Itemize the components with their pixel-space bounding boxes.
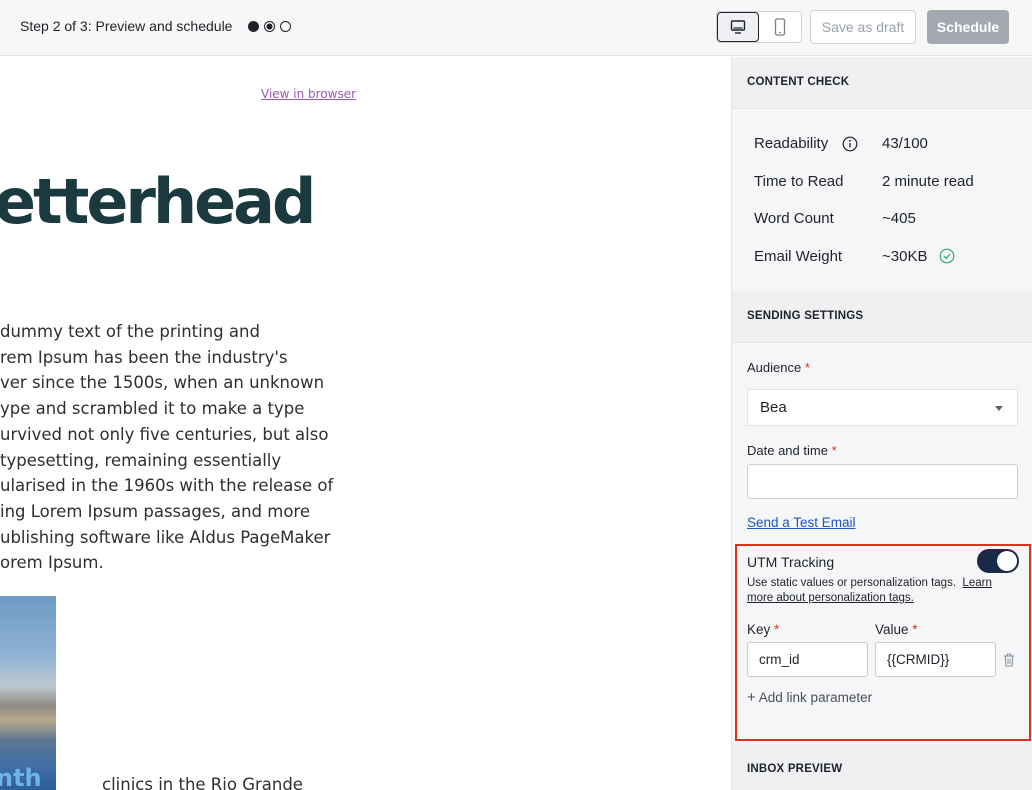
readability-label: Readability <box>754 135 829 152</box>
body-line: ver since the 1500s, when an unknown <box>0 373 325 393</box>
add-link-parameter-button[interactable]: + Add link parameter <box>747 689 872 706</box>
side-panel: CONTENT CHECK Readability 43/100 Time to… <box>731 57 1032 790</box>
info-icon[interactable] <box>842 136 858 152</box>
utm-key-input[interactable]: crm_id <box>747 642 868 677</box>
desktop-icon <box>730 20 746 34</box>
body-line: typesetting, remaining essentially <box>0 450 282 470</box>
body-line: orem Ipsum. <box>0 553 104 573</box>
utm-tracking-toggle[interactable] <box>977 549 1019 573</box>
add-link-parameter-label: Add link parameter <box>758 690 873 705</box>
utm-value-value: {{CRMID}} <box>887 652 950 667</box>
email-weight-value: ~30KB <box>882 248 928 265</box>
utm-key-value: crm_id <box>759 652 800 667</box>
body-line: ularised in the 1960s with the release o… <box>0 476 334 496</box>
audience-label: Audience * <box>747 360 810 375</box>
required-mark: * <box>831 443 837 458</box>
mobile-icon <box>774 18 786 36</box>
sending-settings-title: SENDING SETTINGS <box>747 310 864 322</box>
audience-selected-value: Bea <box>760 399 787 416</box>
step-indicator <box>248 21 291 32</box>
plus-icon: + <box>747 689 756 706</box>
top-bar: Step 2 of 3: Preview and schedule Save a… <box>0 0 1032 56</box>
utm-help-text: Use static values or personalization tag… <box>747 576 1017 606</box>
word-count-value: ~405 <box>882 210 916 227</box>
building-photo: nth <box>0 596 56 790</box>
body-line: dummy text of the printing and <box>0 322 260 341</box>
value-label: Value * <box>875 622 918 637</box>
utm-tracking-section: UTM Tracking Use static values or person… <box>735 544 1031 741</box>
key-label-text: Key <box>747 622 771 637</box>
step-dot-current <box>264 21 275 32</box>
sending-settings-header: SENDING SETTINGS <box>732 291 1032 343</box>
step-dot-complete <box>248 21 259 32</box>
required-mark: * <box>804 360 810 375</box>
body-line: ype and scrambled it to make a type <box>0 399 305 419</box>
device-toggle <box>716 11 802 43</box>
utm-value-input[interactable]: {{CRMID}} <box>875 642 996 677</box>
step-dot-pending <box>280 21 291 32</box>
content-check-header: CONTENT CHECK <box>732 57 1032 109</box>
body-line: rem Ipsum has been the industry's <box>0 347 288 367</box>
desktop-view-button[interactable] <box>717 12 760 42</box>
send-test-email-link[interactable]: Send a Test Email <box>747 515 856 530</box>
content-check-title: CONTENT CHECK <box>747 76 850 88</box>
email-body-text: dummy text of the printing and rem Ipsum… <box>0 319 360 576</box>
required-mark: * <box>774 622 780 637</box>
view-in-browser-link[interactable]: View in browser <box>261 87 356 101</box>
email-weight-label: Email Weight <box>754 248 843 265</box>
trash-icon[interactable] <box>1003 653 1015 667</box>
schedule-button[interactable]: Schedule <box>927 10 1009 44</box>
letterhead-logo: etterhead <box>0 165 316 238</box>
step-title: Step 2 of 3: Preview and schedule <box>20 18 233 34</box>
check-circle-icon <box>939 248 955 264</box>
time-to-read-label: Time to Read <box>754 173 844 190</box>
word-count-label: Word Count <box>754 210 834 227</box>
article-text-fragment: clinics in the Rio Grande <box>102 775 303 790</box>
datetime-label-text: Date and time <box>747 443 828 458</box>
time-to-read-value: 2 minute read <box>882 173 974 190</box>
inbox-preview-header: INBOX PREVIEW <box>732 744 1032 790</box>
readability-value: 43/100 <box>882 135 928 152</box>
utm-help-static: Use static values or personalization tag… <box>747 577 957 589</box>
body-line: urvived not only five centuries, but als… <box>0 424 329 444</box>
save-draft-button[interactable]: Save as draft <box>810 10 916 44</box>
datetime-input[interactable] <box>747 464 1018 499</box>
audience-label-text: Audience <box>747 360 802 375</box>
datetime-label: Date and time * <box>747 443 837 458</box>
required-mark: * <box>912 622 918 637</box>
body-line: ublishing software like Aldus PageMaker <box>0 527 331 547</box>
value-label-text: Value <box>875 622 909 637</box>
audience-select[interactable]: Bea <box>747 389 1018 426</box>
chevron-down-icon <box>995 406 1003 411</box>
mobile-view-button[interactable] <box>759 12 801 42</box>
inbox-preview-title: INBOX PREVIEW <box>747 763 843 775</box>
body-line: ing Lorem Ipsum passages, and more <box>0 501 310 521</box>
toggle-knob <box>997 551 1017 571</box>
key-label: Key * <box>747 622 779 637</box>
email-preview: View in browser etterhead dummy text of … <box>0 57 731 790</box>
photo-sign-text: nth <box>0 764 42 790</box>
utm-tracking-title: UTM Tracking <box>747 554 835 570</box>
